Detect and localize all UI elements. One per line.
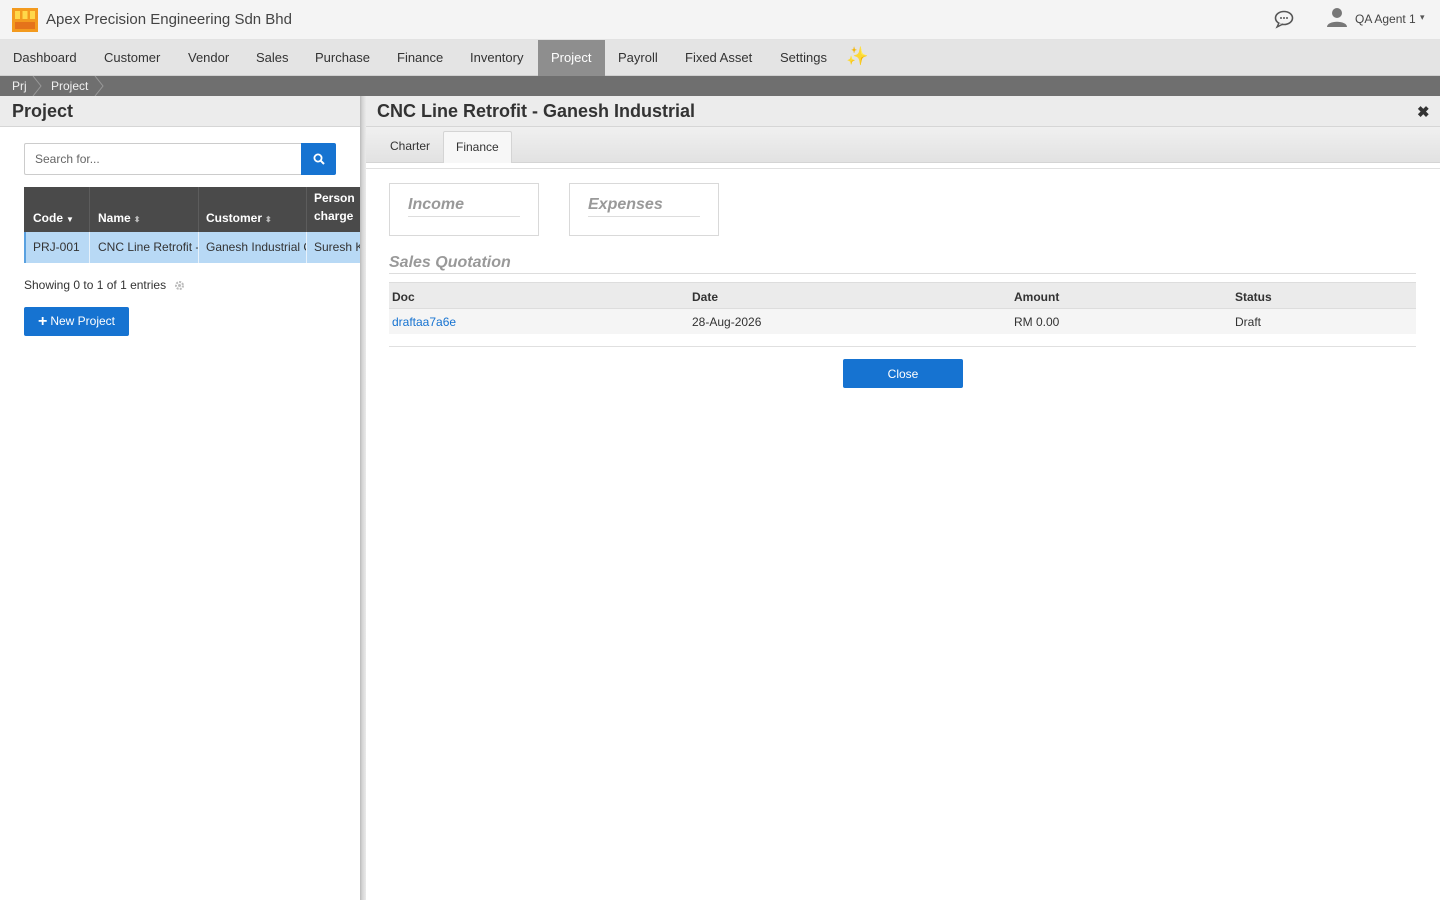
main-menu: Dashboard Customer Vendor Sales Purchase…	[0, 40, 1440, 76]
breadcrumb-separator-icon	[94, 76, 104, 96]
new-project-button[interactable]: + New Project	[24, 307, 129, 336]
cell-person: Suresh Kumar	[314, 240, 360, 254]
menu-sales[interactable]: Sales	[243, 40, 302, 76]
expenses-box: Expenses	[569, 183, 719, 236]
menu-vendor[interactable]: Vendor	[175, 40, 242, 76]
expenses-label: Expenses	[588, 196, 663, 213]
sparkle-icon[interactable]: ✨	[846, 46, 868, 67]
column-date: Date	[692, 290, 719, 304]
menu-settings[interactable]: Settings	[767, 40, 840, 76]
column-amount: Amount	[1014, 290, 1060, 304]
cell-customer: Ganesh Industrial Co	[206, 240, 306, 254]
user-avatar-icon[interactable]	[1326, 6, 1348, 28]
column-status: Status	[1235, 290, 1272, 304]
user-menu[interactable]: QA Agent 1	[1355, 12, 1416, 26]
company-name: Apex Precision Engineering Sdn Bhd	[46, 11, 292, 28]
column-customer[interactable]: Customer ⬍	[206, 211, 272, 225]
sort-desc-icon[interactable]: ▼	[66, 215, 74, 224]
detail-tabs: Charter Finance	[366, 127, 1440, 163]
menu-payroll[interactable]: Payroll	[605, 40, 671, 76]
close-icon[interactable]: ✖	[1417, 103, 1430, 121]
search-button[interactable]	[301, 143, 336, 175]
tab-finance[interactable]: Finance	[443, 131, 512, 163]
income-box: Income	[389, 183, 539, 236]
menu-inventory[interactable]: Inventory	[457, 40, 536, 76]
panel-title: Project	[12, 101, 74, 121]
menu-fixed-asset[interactable]: Fixed Asset	[672, 40, 765, 76]
breadcrumb-prj[interactable]: Prj	[12, 76, 27, 96]
top-bar: Apex Precision Engineering Sdn Bhd QA Ag…	[0, 0, 1440, 40]
close-button[interactable]: Close	[843, 359, 963, 388]
column-name[interactable]: Name ⬍	[98, 211, 140, 225]
detail-title: CNC Line Retrofit - Ganesh Industrial	[377, 101, 696, 121]
user-caret-icon[interactable]: ▾	[1420, 12, 1425, 23]
section-title: Sales Quotation	[389, 254, 511, 271]
breadcrumb-project[interactable]: Project	[51, 76, 88, 96]
sort-icon[interactable]: ⬍	[265, 215, 272, 224]
breadcrumb-separator-icon	[32, 76, 42, 96]
income-label: Income	[408, 196, 465, 213]
breadcrumb: Prj Project	[0, 76, 1440, 96]
gear-icon[interactable]	[174, 280, 185, 291]
left-title-bar: Project	[0, 96, 360, 127]
detail-title-bar: CNC Line Retrofit - Ganesh Industrial ✖	[366, 96, 1440, 127]
table-header: Code ▼ Name ⬍ Customer ⬍ Person charge	[24, 187, 360, 232]
table-row[interactable]: PRJ-001 CNC Line Retrofit - Ganesh Indus…	[24, 232, 360, 263]
cell-amount: RM 0.00	[1014, 315, 1060, 329]
table-header: Doc Date Amount Status	[389, 282, 1416, 309]
sort-icon[interactable]: ⬍	[134, 215, 141, 224]
menu-dashboard[interactable]: Dashboard	[0, 40, 90, 76]
project-detail-panel: CNC Line Retrofit - Ganesh Industrial ✖ …	[366, 96, 1440, 900]
menu-purchase[interactable]: Purchase	[302, 40, 383, 76]
entries-info: Showing 0 to 1 of 1 entries	[24, 278, 167, 292]
column-code[interactable]: Code ▼	[33, 211, 74, 225]
company-logo-icon	[12, 8, 38, 32]
cell-code: PRJ-001	[33, 240, 80, 254]
search-icon	[313, 153, 325, 165]
search-input[interactable]	[24, 143, 302, 175]
menu-finance[interactable]: Finance	[384, 40, 456, 76]
chat-icon[interactable]	[1273, 9, 1295, 29]
cell-date: 28-Aug-2026	[692, 315, 762, 329]
column-person-in-charge[interactable]: Person charge	[314, 189, 355, 225]
plus-icon: +	[37, 312, 48, 330]
cell-name: CNC Line Retrofit - Ganesh Industrial	[98, 240, 198, 254]
tab-charter[interactable]: Charter	[378, 131, 442, 163]
project-list-panel: Project Code▼ Name⬍ Customer⬍ Personchar…	[0, 96, 360, 900]
menu-customer[interactable]: Customer	[91, 40, 173, 76]
doc-link[interactable]: draftaa7a6e	[392, 315, 456, 329]
column-doc: Doc	[392, 290, 415, 304]
table-row: draftaa7a6e 28-Aug-2026 RM 0.00 Draft	[389, 309, 1416, 334]
menu-project[interactable]: Project	[538, 40, 605, 76]
cell-status: Draft	[1235, 315, 1262, 329]
